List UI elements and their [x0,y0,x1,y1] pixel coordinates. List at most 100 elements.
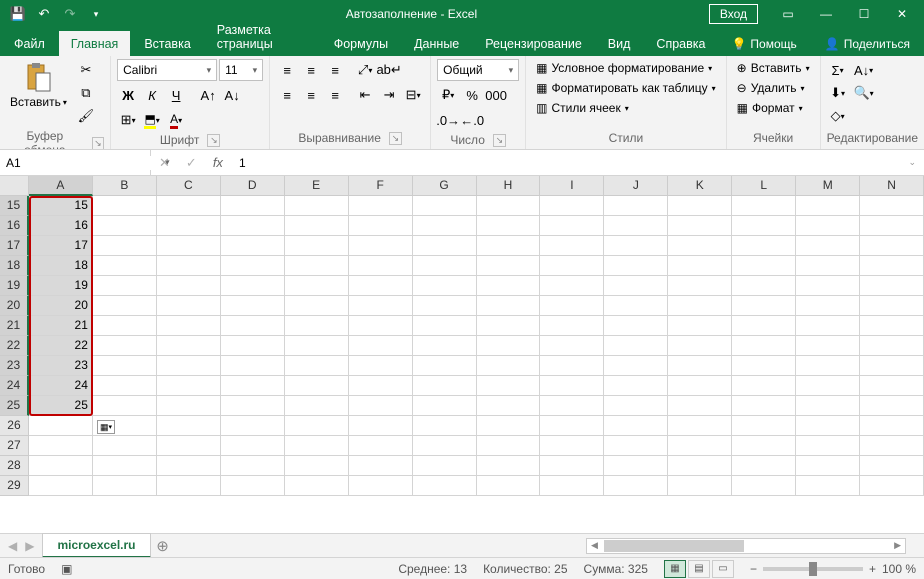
cell[interactable] [668,296,732,316]
cell[interactable] [604,276,668,296]
column-header[interactable]: E [285,176,349,196]
cell[interactable] [157,216,221,236]
cell[interactable] [221,256,285,276]
row-header[interactable]: 26 [0,416,29,436]
cell[interactable] [540,276,604,296]
cell[interactable] [477,196,541,216]
fill-icon[interactable]: ⬇▾ [827,82,849,104]
font-dialog-launcher[interactable]: ↘ [207,134,220,147]
find-select-icon[interactable]: 🔍▾ [853,82,875,104]
cell[interactable] [157,416,221,436]
cell[interactable] [732,416,796,436]
cell[interactable] [604,296,668,316]
cell[interactable] [860,316,924,336]
cell[interactable] [604,336,668,356]
cell[interactable] [285,396,349,416]
cell[interactable] [221,296,285,316]
cell[interactable] [285,476,349,496]
column-header[interactable]: H [477,176,541,196]
cell[interactable] [732,476,796,496]
cell[interactable] [221,196,285,216]
cell[interactable] [668,276,732,296]
enter-formula-icon[interactable]: ✓ [182,151,201,175]
format-as-table-button[interactable]: ▦Форматировать как таблицу▾ [532,79,720,97]
cell[interactable] [93,236,157,256]
save-icon[interactable]: 💾 [6,2,30,26]
cell[interactable] [157,316,221,336]
cell[interactable]: 22 [29,336,93,356]
cell[interactable] [413,396,477,416]
cell[interactable] [477,216,541,236]
cell[interactable] [93,276,157,296]
cell[interactable] [285,316,349,336]
cell[interactable] [604,476,668,496]
row-header[interactable]: 15 [0,196,29,216]
cell[interactable] [221,436,285,456]
cell[interactable] [668,476,732,496]
cell[interactable] [477,256,541,276]
cell[interactable] [668,416,732,436]
cell[interactable] [860,236,924,256]
cell[interactable] [157,296,221,316]
cell[interactable]: 19 [29,276,93,296]
cell[interactable] [540,316,604,336]
font-color-icon[interactable]: A▾ [165,109,187,131]
cell[interactable] [540,196,604,216]
cell[interactable] [796,196,860,216]
tab-review[interactable]: Рецензирование [473,31,594,56]
row-header[interactable]: 23 [0,356,29,376]
cell[interactable] [349,296,413,316]
formula-input[interactable] [231,156,901,170]
autofill-options-icon[interactable]: ▦▾ [97,420,115,434]
cell[interactable] [860,296,924,316]
cell[interactable] [540,416,604,436]
column-header[interactable]: M [796,176,860,196]
macro-record-icon[interactable]: ▣ [61,562,72,576]
cell[interactable] [221,396,285,416]
cell[interactable] [93,196,157,216]
cell[interactable] [221,336,285,356]
cell[interactable]: 24 [29,376,93,396]
cell[interactable] [285,376,349,396]
cell[interactable] [540,396,604,416]
column-header[interactable]: J [604,176,668,196]
new-sheet-icon[interactable]: ⊕ [151,537,175,555]
cell[interactable] [157,196,221,216]
cell[interactable] [157,436,221,456]
cell[interactable] [413,456,477,476]
cell[interactable] [93,456,157,476]
cell[interactable] [477,416,541,436]
cell[interactable] [732,376,796,396]
cell[interactable] [477,276,541,296]
fill-color-icon[interactable]: ⬒▾ [141,109,163,131]
cell[interactable] [604,316,668,336]
name-box[interactable]: ▾ [0,150,151,175]
sort-filter-icon[interactable]: A↓▾ [853,59,875,81]
cell[interactable] [477,396,541,416]
cell[interactable] [732,216,796,236]
cell[interactable] [349,376,413,396]
format-painter-icon[interactable]: 🖌 [75,105,97,127]
cell[interactable] [540,296,604,316]
cell[interactable] [860,396,924,416]
cell[interactable] [604,456,668,476]
cell[interactable] [285,356,349,376]
row-header[interactable]: 21 [0,316,29,336]
cell[interactable] [221,376,285,396]
cell[interactable] [349,356,413,376]
cell[interactable] [796,376,860,396]
zoom-in-icon[interactable]: + [869,562,876,576]
number-format-combo[interactable]: Общий▾ [437,59,519,81]
cell[interactable] [93,436,157,456]
cell[interactable] [285,276,349,296]
view-normal-icon[interactable]: ▦ [664,560,686,578]
cell[interactable] [477,316,541,336]
redo-icon[interactable]: ↷ [58,2,82,26]
cell[interactable] [221,416,285,436]
cell[interactable] [796,456,860,476]
cell[interactable] [796,276,860,296]
comma-format-icon[interactable]: 000 [485,84,507,106]
increase-indent-icon[interactable]: ⇥ [378,84,400,106]
cell[interactable] [157,336,221,356]
cell[interactable] [349,456,413,476]
